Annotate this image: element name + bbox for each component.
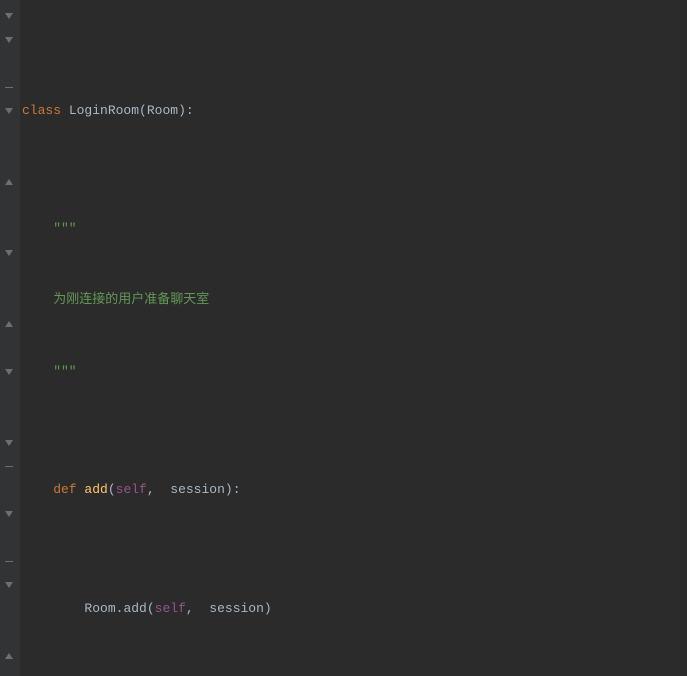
- fold-open-icon[interactable]: [2, 104, 16, 118]
- fold-open-icon[interactable]: [2, 246, 16, 260]
- fold-close-icon[interactable]: [2, 649, 16, 663]
- docstring: 为刚连接的用户准备聊天室: [22, 292, 209, 307]
- punct: (: [139, 103, 147, 118]
- self-param: self: [155, 601, 186, 616]
- fold-open-icon[interactable]: [2, 578, 16, 592]
- whitespace: [61, 103, 69, 118]
- docstring: """: [22, 364, 77, 379]
- param: session: [162, 482, 224, 497]
- code-line: 为刚连接的用户准备聊天室: [22, 288, 638, 312]
- punct: :: [186, 103, 194, 118]
- fold-end-icon[interactable]: [2, 80, 16, 94]
- fold-open-icon[interactable]: [2, 9, 16, 23]
- fold-close-icon[interactable]: [2, 175, 16, 189]
- fold-open-icon[interactable]: [2, 507, 16, 521]
- keyword: def: [22, 482, 84, 497]
- code-line: class LoginRoom(Room):: [22, 99, 638, 123]
- punct: :: [233, 482, 241, 497]
- code-area[interactable]: class LoginRoom(Room): """ 为刚连接的用户准备聊天室 …: [20, 0, 638, 676]
- fold-end-icon[interactable]: [2, 554, 16, 568]
- punct: ,: [186, 601, 202, 616]
- punct: ,: [147, 482, 163, 497]
- function-name: add: [84, 482, 107, 497]
- code-line: Room.add(self, session): [22, 597, 638, 621]
- fold-gutter: [0, 0, 20, 676]
- self-param: self: [116, 482, 147, 497]
- punct: (: [108, 482, 116, 497]
- param: session: [202, 601, 264, 616]
- method-call: add: [123, 601, 146, 616]
- class-name: LoginRoom: [69, 103, 139, 118]
- identifier: Room: [84, 601, 115, 616]
- docstring: """: [22, 221, 77, 236]
- fold-open-icon[interactable]: [2, 365, 16, 379]
- keyword: class: [22, 103, 61, 118]
- punct: ): [178, 103, 186, 118]
- fold-end-icon[interactable]: [2, 459, 16, 473]
- code-line: def add(self, session):: [22, 478, 638, 502]
- punct: ): [225, 482, 233, 497]
- indent: [22, 601, 84, 616]
- fold-open-icon[interactable]: [2, 33, 16, 47]
- base-class: Room: [147, 103, 178, 118]
- code-editor[interactable]: class LoginRoom(Room): """ 为刚连接的用户准备聊天室 …: [0, 0, 687, 676]
- punct: ): [264, 601, 272, 616]
- fold-open-icon[interactable]: [2, 436, 16, 450]
- fold-close-icon[interactable]: [2, 317, 16, 331]
- punct: (: [147, 601, 155, 616]
- code-line: """: [22, 217, 638, 241]
- code-line: """: [22, 360, 638, 384]
